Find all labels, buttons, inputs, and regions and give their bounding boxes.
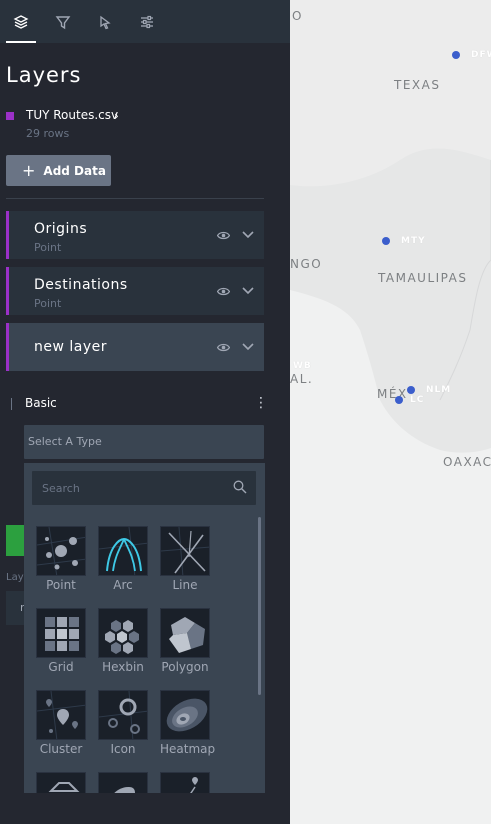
grid-layer-icon [36,608,86,658]
side-panel: Layers TUY Routes.csv › 29 rows + Add Da… [0,0,290,824]
layer-panel-new-layer[interactable]: new layer [6,323,264,371]
point-marker[interactable] [407,386,415,394]
layer-type-polygon[interactable]: Polygon [160,608,210,674]
city-label: NLM [426,385,452,395]
layer-type-icon [98,772,148,793]
more-vertical-icon[interactable]: ⋮ [254,396,268,410]
layer-name[interactable]: Origins [34,221,87,237]
tab-map-settings[interactable] [132,0,162,43]
chevron-down-icon[interactable] [242,231,254,239]
layer-type-grid[interactable]: Grid [36,608,86,674]
layer-type-hexbin[interactable]: Hexbin [98,608,148,674]
layer-type-icon [36,772,86,793]
layer-type-dropdown: Search Point Arc Line Grid Hexbin Polygo… [24,463,265,793]
layer-type-label: Hexbin [102,660,144,674]
layers-icon [13,14,29,29]
chevron-right-icon[interactable]: › [114,109,119,123]
layer-type-label: Cluster [39,742,83,756]
eye-icon[interactable] [217,343,230,352]
map-label: AL. [290,372,314,386]
hidden-label: Lay [6,572,24,583]
dataset-row-count: 29 rows [26,127,70,140]
dataset-color-swatch [6,112,14,120]
city-label: DFW [471,50,491,60]
city-label: WB [293,361,312,371]
layer-type-tile[interactable] [160,772,210,793]
hidden-field[interactable]: r [6,591,25,625]
map-label-oaxaca: OAXAC [443,455,491,469]
layer-type-heatmap[interactable]: Heatmap [160,690,216,756]
layer-type-label: Grid [48,660,74,674]
cluster-layer-icon [36,690,86,740]
layer-panel-destinations[interactable]: Destinations Point [6,267,264,315]
panel-title: Layers [6,63,82,87]
search-icon [233,480,247,494]
tab-layers[interactable] [6,0,36,43]
icon-layer-icon [98,690,148,740]
dataset-name[interactable]: TUY Routes.csv [26,108,118,122]
chevron-down-icon[interactable] [242,343,254,351]
chevron-down-icon[interactable] [242,287,254,295]
eye-icon[interactable] [217,287,230,296]
point-marker[interactable] [395,396,403,404]
layer-type-arc[interactable]: Arc [98,526,148,592]
city-label: LC [410,395,425,405]
point-marker[interactable] [452,51,460,59]
layer-name[interactable]: new layer [34,339,107,355]
layer-type-cluster[interactable]: Cluster [36,690,86,756]
layer-type-select[interactable]: Select A Type [24,425,264,459]
map-label: O [292,9,303,23]
map-label-texas: TEXAS [394,78,441,92]
layer-type: Point [34,297,62,310]
map-label-mexico: MÉX [377,387,408,401]
layer-type-icon [160,772,210,793]
layer-type-tile[interactable] [98,772,148,793]
point-layer-icon [36,526,86,576]
layer-type-label: Icon [110,742,136,756]
add-data-button[interactable]: + Add Data [6,155,111,186]
type-search-input[interactable]: Search [32,471,256,505]
city-label: MTY [401,236,426,246]
layer-type-icon[interactable]: Icon [98,690,148,756]
point-marker[interactable] [382,237,390,245]
heatmap-layer-icon [160,690,210,740]
map-land [290,0,491,824]
settings-icon [141,15,153,28]
eye-icon[interactable] [217,231,230,240]
layer-type-label: Line [172,578,198,592]
map-label: NGO [290,257,323,271]
layer-type-tile[interactable] [36,772,86,793]
basic-section-header[interactable]: Basic ⋮ [6,396,268,412]
layer-type-label: Arc [113,578,133,592]
polygon-layer-icon [160,608,210,658]
plus-icon: + [22,161,36,180]
tab-filters[interactable] [48,0,78,43]
layer-type-label: Point [46,578,76,592]
line-layer-icon [160,526,210,576]
layer-type: Point [34,241,62,254]
add-data-label: Add Data [43,163,106,178]
divider [6,198,264,199]
filter-icon [55,15,71,29]
layer-name[interactable]: Destinations [34,277,128,293]
section-marker [11,398,12,410]
layer-type-label: Polygon [161,660,209,674]
layer-type-label: Heatmap [160,742,216,756]
arc-layer-icon [98,526,148,576]
interaction-icon [100,15,111,29]
layer-panel-origins[interactable]: Origins Point [6,211,264,259]
panel-tabs [0,0,290,43]
search-placeholder: Search [42,482,80,495]
hexbin-layer-icon [98,608,148,658]
tab-interactions[interactable] [90,0,120,43]
map-label-tamaulipas: TAMAULIPAS [378,271,468,285]
layer-type-point[interactable]: Point [36,526,86,592]
map-canvas[interactable]: O TEXAS NGO TAMAULIPAS AL. MÉX OAXAC DFW… [290,0,491,824]
hidden-button[interactable] [6,525,24,556]
basic-label: Basic [25,396,57,410]
layer-type-line[interactable]: Line [160,526,210,592]
scrollbar[interactable] [258,517,261,695]
